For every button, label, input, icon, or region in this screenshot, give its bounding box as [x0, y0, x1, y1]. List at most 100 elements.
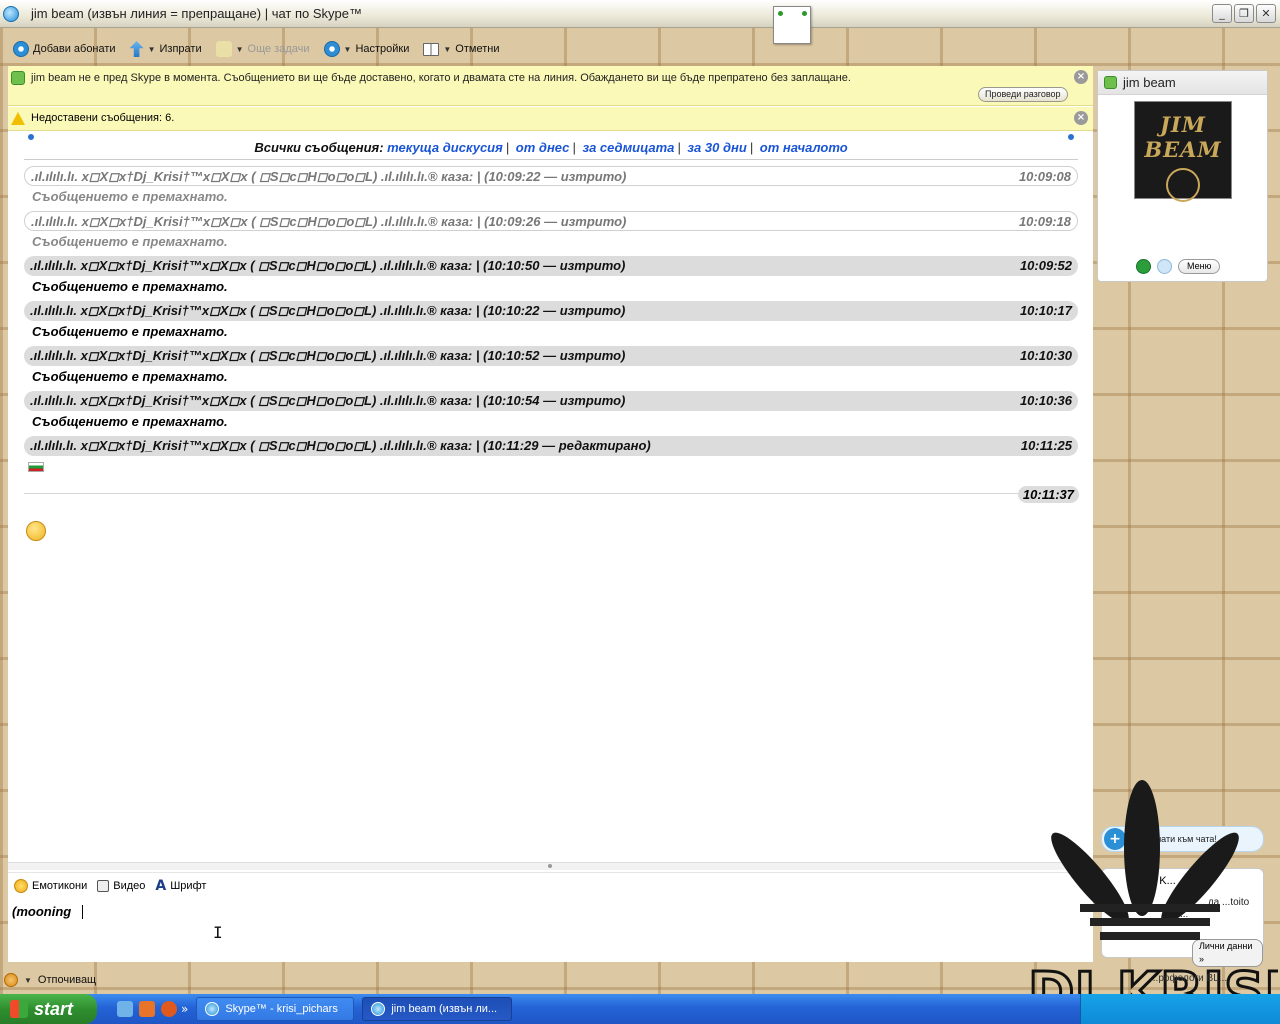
message-header: .ıl.ılılı.lı. x◻X◻x†Dj_Krisi†™x◻X◻x ( ◻S…	[24, 256, 1078, 276]
logo-stripe	[1080, 904, 1220, 912]
chevron-down-icon: ▼	[235, 44, 244, 54]
message-input[interactable]: (mooning	[8, 898, 1093, 962]
pin-icon	[1068, 134, 1074, 140]
skype-chat-window: jim beam (извън линия = препращане) | ча…	[0, 0, 1280, 1018]
message-input-text: (mooning	[12, 904, 72, 919]
message[interactable]: .ıl.ılılı.lı. x◻X◻x†Dj_Krisi†™x◻X◻x ( ◻S…	[24, 436, 1078, 475]
skype-icon	[3, 5, 19, 22]
tray-text: ...рофологи BL...	[1150, 973, 1228, 984]
grip-icon	[548, 864, 552, 868]
message-header: .ıl.ılılı.lı. x◻X◻x†Dj_Krisi†™x◻X◻x ( ◻S…	[24, 166, 1078, 186]
message-sender: .ıl.ılılı.lı. x◻X◻x†Dj_Krisi†™x◻X◻x ( ◻S…	[31, 169, 627, 184]
font-button[interactable]: A Шрифт	[155, 878, 206, 894]
settings-label: Настройки	[355, 43, 410, 55]
settings-button[interactable]: ▼ Настройки	[319, 37, 415, 61]
taskbar-button-chat[interactable]: jim beam (извън ли...	[362, 997, 513, 1021]
add-contacts-label: Добави абонати	[33, 43, 116, 55]
tasks-icon	[215, 41, 232, 57]
history-filter-bar: Всички съобщения: текуща дискусия | от дн…	[24, 134, 1078, 160]
message-body	[24, 456, 1078, 475]
call-button[interactable]: Проведи разговор	[978, 87, 1068, 102]
message[interactable]: .ıl.ılılı.lı. x◻X◻x†Dj_Krisi†™x◻X◻x ( ◻S…	[24, 391, 1078, 430]
message-time: 10:10:30	[1019, 348, 1072, 363]
message-header: .ıl.ılılı.lı. x◻X◻x†Dj_Krisi†™x◻X◻x ( ◻S…	[24, 391, 1078, 411]
profile-menu-button[interactable]: Меню	[1178, 259, 1221, 274]
close-icon[interactable]: ×	[1074, 111, 1088, 125]
skype-icon	[205, 1002, 220, 1016]
status-bar: ▼ Отпочиващ	[0, 970, 1093, 990]
video-label: Видео	[113, 879, 146, 892]
title-bar[interactable]: jim beam (извън линия = препращане) | ча…	[0, 0, 1280, 28]
close-button[interactable]: ✕	[1256, 4, 1276, 23]
status-label[interactable]: Отпочиващ	[38, 974, 96, 986]
logo-stripe	[1090, 918, 1210, 926]
skype-icon	[371, 1002, 386, 1016]
message-list: Всички съобщения: текуща дискусия | от дн…	[24, 134, 1079, 541]
chevron-down-icon: ▼	[443, 44, 452, 54]
profile-header: jim beam	[1098, 71, 1267, 95]
message[interactable]: .ıl.ılılı.lı. x◻X◻x†Dj_Krisi†™x◻X◻x ( ◻S…	[24, 211, 1078, 250]
close-icon[interactable]: ×	[1074, 70, 1088, 84]
chevron-down-icon[interactable]: ▼	[24, 976, 32, 985]
logo-leaf	[1124, 780, 1160, 916]
filter-today-link[interactable]: от днес	[516, 140, 570, 155]
window-controls: _ ❐ ✕	[1212, 4, 1276, 23]
avatar[interactable]: JIM BEAM	[1134, 101, 1232, 202]
more-tasks-button[interactable]: ▼ Още задачи	[211, 37, 315, 61]
call-icon[interactable]	[1136, 259, 1151, 274]
chat-icon[interactable]	[1157, 259, 1172, 274]
message-time: 10:09:18	[1018, 214, 1071, 229]
taskbar-button-skype[interactable]: Skype™ - krisi_pichars	[196, 997, 355, 1021]
message-header: .ıl.ılılı.lı. x◻X◻x†Dj_Krisi†™x◻X◻x ( ◻S…	[24, 436, 1078, 456]
chevron-down-icon: ▼	[343, 44, 352, 54]
filter-week-link[interactable]: за седмицата	[582, 140, 674, 155]
message-sender: .ıl.ılılı.lı. x◻X◻x†Dj_Krisi†™x◻X◻x ( ◻S…	[31, 214, 627, 229]
message-sender: .ıl.ılılı.lı. x◻X◻x†Dj_Krisi†™x◻X◻x ( ◻S…	[30, 258, 626, 273]
message-sender: .ıl.ılılı.lı. x◻X◻x†Dj_Krisi†™x◻X◻x ( ◻S…	[30, 393, 626, 408]
logo-stripe	[1100, 932, 1200, 940]
windows-logo-icon	[10, 1000, 28, 1018]
watermark-logo: DJ.KRISI	[1027, 780, 1278, 1018]
message[interactable]: .ıl.ılılı.lı. x◻X◻x†Dj_Krisi†™x◻X◻x ( ◻S…	[24, 166, 1078, 205]
filter-all-link[interactable]: от началото	[760, 140, 848, 155]
offline-notice: jim beam не е пред Skype в момента. Съоб…	[8, 66, 1093, 106]
maximize-button[interactable]: ❐	[1234, 4, 1254, 23]
filter-label: Всички съобщения:	[254, 140, 384, 155]
quick-launch-icon[interactable]	[139, 1001, 155, 1017]
chevron-right-icon[interactable]: »	[181, 1002, 188, 1016]
away-status-icon[interactable]	[4, 973, 18, 987]
seal-icon	[1166, 168, 1200, 202]
message-body: Съобщението е премахнато.	[32, 324, 228, 339]
message-body: Съобщението е премахнато.	[32, 189, 228, 204]
pane-splitter[interactable]	[8, 862, 1093, 870]
add-contacts-button[interactable]: Добави абонати	[8, 37, 121, 61]
smiley-icon	[14, 878, 28, 893]
contact-name: jim beam	[1123, 75, 1176, 90]
toolbar: Добави абонати ▼ Изпрати ▼ Още задачи ▼ …	[8, 34, 1272, 64]
quick-launch	[117, 1001, 177, 1017]
message-separator: 10:11:37	[24, 486, 1079, 515]
message[interactable]: .ıl.ılılı.lı. x◻X◻x†Dj_Krisi†™x◻X◻x ( ◻S…	[24, 256, 1078, 295]
start-button[interactable]: start	[0, 994, 97, 1024]
window-title: jim beam (извън линия = препращане) | ча…	[31, 6, 362, 21]
quick-launch-icon[interactable]	[117, 1001, 133, 1017]
message-header: .ıl.ılılı.lı. x◻X◻x†Dj_Krisi†™x◻X◻x ( ◻S…	[24, 346, 1078, 366]
contact-status-icon	[1104, 76, 1117, 89]
message-header: .ıl.ılılı.lı. x◻X◻x†Dj_Krisi†™x◻X◻x ( ◻S…	[24, 301, 1078, 321]
mark-button[interactable]: ▼ Отметни	[418, 37, 504, 61]
message-time: 10:10:36	[1019, 393, 1072, 408]
message[interactable]: .ıl.ılılı.lı. x◻X◻x†Dj_Krisi†™x◻X◻x ( ◻S…	[24, 346, 1078, 385]
video-button[interactable]: Видео	[97, 879, 146, 892]
filter-current-link[interactable]: текуща дискусия	[387, 140, 503, 155]
firefox-icon[interactable]	[161, 1001, 177, 1017]
message[interactable]: .ıl.ılılı.lı. x◻X◻x†Dj_Krisi†™x◻X◻x ( ◻S…	[24, 301, 1078, 340]
start-label: start	[34, 998, 74, 1019]
compose-toolbar: Емотикони Видео A Шрифт	[8, 872, 1093, 898]
taskbar-button-label: jim beam (извън ли...	[391, 1003, 498, 1015]
minimize-button[interactable]: _	[1212, 4, 1232, 23]
filter-30days-link[interactable]: за 30 дни	[687, 140, 746, 155]
add-contact-icon	[13, 41, 29, 57]
more-tasks-label: Още задачи	[247, 43, 310, 55]
emoticons-button[interactable]: Емотикони	[14, 878, 87, 893]
send-button[interactable]: ▼ Изпрати	[125, 37, 207, 61]
